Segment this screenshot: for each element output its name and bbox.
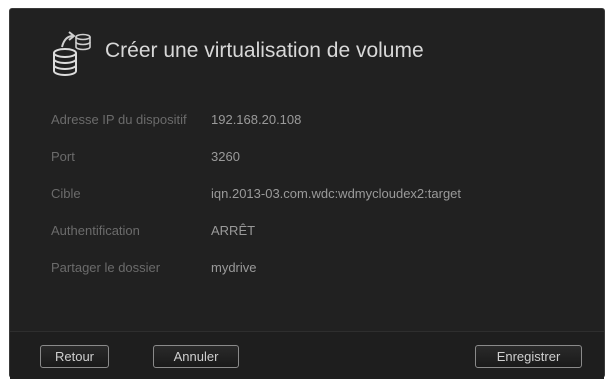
database-share-icon (48, 29, 96, 77)
field-row-port: Port 3260 (51, 149, 591, 169)
share-folder-value: mydrive (211, 260, 257, 275)
field-row-authentication: Authentification ARRÊT (51, 223, 591, 243)
authentication-label: Authentification (51, 223, 140, 238)
target-label: Cible (51, 186, 81, 201)
port-label: Port (51, 149, 75, 164)
port-value: 3260 (211, 149, 240, 164)
dialog-header: Créer une virtualisation de volume (10, 9, 604, 89)
ip-address-label: Adresse IP du dispositif (51, 112, 187, 127)
field-row-ip: Adresse IP du dispositif 192.168.20.108 (51, 112, 591, 132)
share-folder-label: Partager le dossier (51, 260, 161, 275)
cancel-button[interactable]: Annuler (153, 345, 239, 368)
save-button[interactable]: Enregistrer (475, 345, 582, 368)
authentication-value: ARRÊT (211, 223, 256, 238)
ip-address-value: 192.168.20.108 (211, 112, 302, 127)
target-value: iqn.2013-03.com.wdc:wdmycloudex2:target (211, 186, 462, 201)
back-button[interactable]: Retour (40, 345, 109, 368)
field-row-share-folder: Partager le dossier mydrive (51, 260, 591, 280)
field-row-target: Cible iqn.2013-03.com.wdc:wdmycloudex2:t… (51, 186, 591, 206)
volume-virtualization-dialog: Créer une virtualisation de volume Adres… (9, 8, 605, 379)
dialog-footer: Retour Annuler Enregistrer (10, 331, 604, 379)
dialog-title: Créer une virtualisation de volume (105, 39, 424, 62)
